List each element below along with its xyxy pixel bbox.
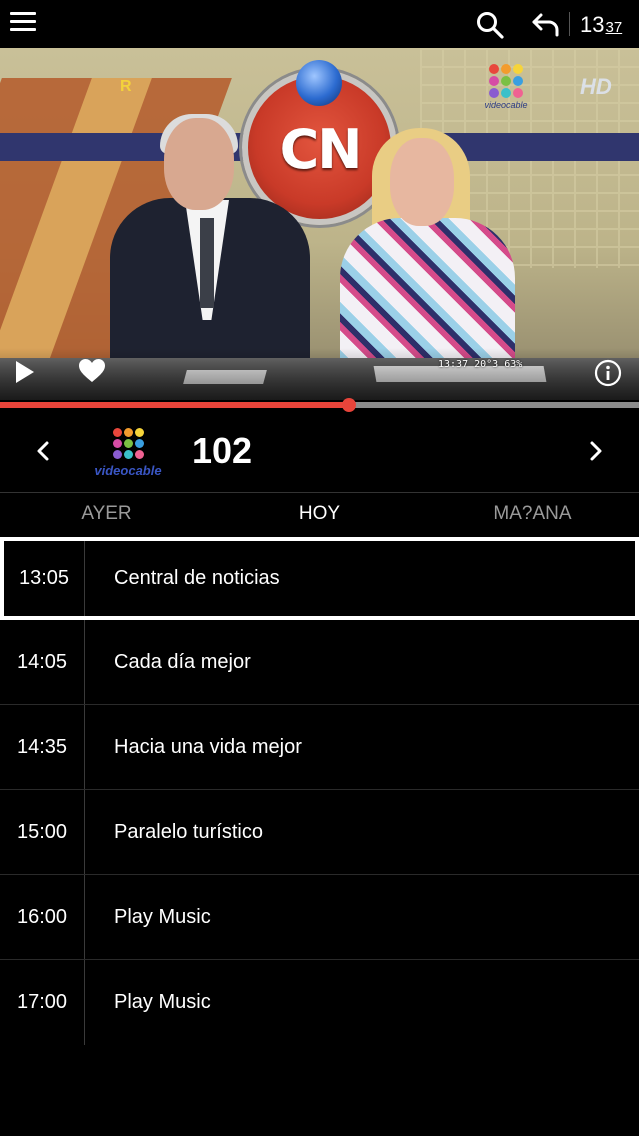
program-time: 14:35 <box>0 705 85 789</box>
play-icon[interactable] <box>14 359 36 385</box>
program-title: Hacia una vida mejor <box>114 735 302 758</box>
program-schedule: 13:05 Central de noticias 14:05 Cada día… <box>0 535 639 1045</box>
schedule-row[interactable]: 17:00 Play Music <box>0 960 639 1045</box>
corner-mark: R <box>120 78 132 95</box>
logo-dots <box>484 64 528 98</box>
schedule-row[interactable]: 14:05 Cada día mejor <box>0 620 639 705</box>
anchor-face <box>390 138 454 226</box>
menu-line <box>10 12 36 15</box>
playback-progress[interactable] <box>0 398 639 412</box>
chevron-left-icon[interactable] <box>30 436 56 466</box>
program-title: Paralelo turístico <box>114 820 263 843</box>
video-osd: 13:37 20°3 63% <box>438 359 523 370</box>
logo-dot <box>134 428 144 437</box>
menu-line <box>10 28 36 31</box>
hd-mark: HD <box>580 74 612 99</box>
logo-dot <box>501 64 511 74</box>
logo-dot <box>112 439 122 448</box>
program-time: 17:00 <box>0 960 85 1045</box>
logo-dot <box>123 439 133 448</box>
program-time: 15:00 <box>0 790 85 874</box>
logo-dot <box>501 88 511 98</box>
clock: 1337 <box>580 12 622 38</box>
program-title: Cada día mejor <box>114 650 251 673</box>
day-tabs: AYER HOY MA?ANA <box>0 493 639 535</box>
logo-dot <box>134 439 144 448</box>
clock-hour: 13 <box>580 12 605 37</box>
back-icon[interactable] <box>530 9 562 41</box>
progress-fill <box>0 402 349 408</box>
channel-logo: videocable <box>90 426 166 478</box>
top-bar: 1337 <box>0 0 639 48</box>
logo-dot <box>489 88 499 98</box>
anchor-tie <box>200 218 214 308</box>
cn-logo-text: CN <box>279 118 363 181</box>
program-time: 14:05 <box>0 620 85 704</box>
program-time: 13:05 <box>4 541 85 616</box>
channel-watermark: videocable <box>484 64 528 110</box>
anchor-face <box>164 118 234 210</box>
logo-dot <box>134 450 144 459</box>
logo-dot <box>513 64 523 74</box>
schedule-row[interactable]: 15:00 Paralelo turístico <box>0 790 639 875</box>
logo-dot <box>112 450 122 459</box>
schedule-row[interactable]: 14:35 Hacia una vida mejor <box>0 705 639 790</box>
top-divider <box>569 12 570 36</box>
program-title: Central de noticias <box>114 567 280 589</box>
logo-dot <box>513 76 523 86</box>
logo-dot <box>489 76 499 86</box>
logo-dots <box>90 428 166 459</box>
globe-icon <box>296 60 342 106</box>
video-player[interactable]: CN R videocable HD 13:37 20°3 63% <box>0 48 639 400</box>
channel-number: 102 <box>192 430 253 471</box>
logo-dot <box>123 428 133 437</box>
program-title: Play Music <box>114 991 211 1013</box>
chevron-right-icon[interactable] <box>583 436 609 466</box>
search-icon[interactable] <box>474 9 506 41</box>
logo-dot <box>513 88 523 98</box>
tab-manana[interactable]: MA?ANA <box>426 493 639 535</box>
tab-ayer[interactable]: AYER <box>0 493 213 535</box>
schedule-row[interactable]: 16:00 Play Music <box>0 875 639 960</box>
program-title: Play Music <box>114 905 211 928</box>
logo-dot <box>501 76 511 86</box>
logo-dot <box>123 450 133 459</box>
clock-minute: 37 <box>605 19 623 36</box>
program-time: 16:00 <box>0 875 85 959</box>
menu-line <box>10 20 36 23</box>
channel-selector: videocable 102 <box>0 410 639 492</box>
channel-logo-label: videocable <box>94 463 162 478</box>
menu-icon[interactable] <box>10 12 36 34</box>
tab-hoy[interactable]: HOY <box>213 493 426 535</box>
logo-dot <box>489 64 499 74</box>
heart-icon[interactable] <box>78 358 106 384</box>
watermark-label: videocable <box>484 100 528 110</box>
schedule-row[interactable]: 13:05 Central de noticias <box>0 537 639 620</box>
logo-dot <box>112 428 122 437</box>
info-icon[interactable] <box>594 359 622 387</box>
